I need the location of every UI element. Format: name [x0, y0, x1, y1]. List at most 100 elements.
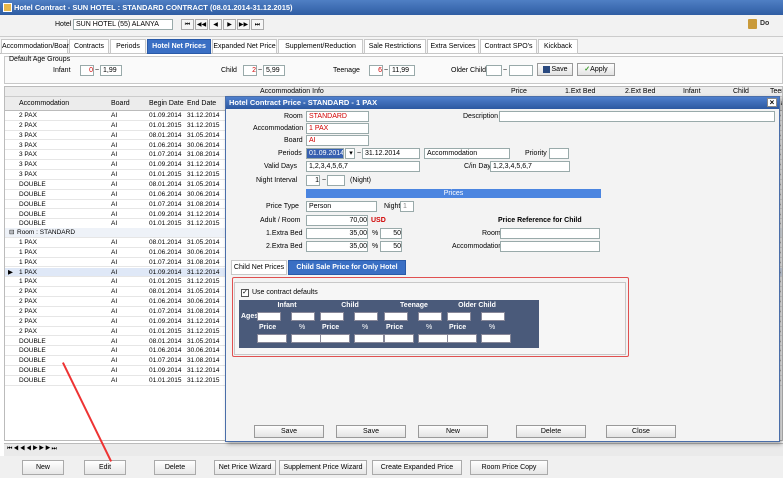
ext-bed-1-pct[interactable]: 50 [380, 228, 402, 239]
accommodation-box[interactable]: Accommodation [424, 148, 510, 159]
ref-accom-field[interactable] [500, 241, 600, 252]
older-from-input[interactable] [486, 65, 502, 76]
cell: AI [111, 268, 118, 276]
cell: 1 PAX [19, 278, 37, 286]
col-board[interactable]: Board [111, 97, 130, 111]
hotel-nav-button[interactable]: ◀ [209, 19, 222, 30]
infant-to-input[interactable]: 1,99 [100, 65, 122, 76]
col-end-date[interactable]: End Date [187, 97, 216, 111]
night-from-field[interactable]: 1 [306, 175, 320, 186]
dialog-close-button[interactable]: Close [606, 425, 676, 438]
cell: 01.01.2015 [149, 327, 182, 335]
tab-expanded-net-price[interactable]: Expanded Net Price [212, 39, 277, 54]
infant-from-input[interactable]: 0 [80, 65, 94, 76]
cell: AI [111, 190, 118, 198]
supplement-price-wizard-button[interactable]: Supplement Price Wizard [279, 460, 367, 475]
tab-contracts[interactable]: Contracts [69, 39, 109, 54]
ext-bed-1-field[interactable]: 35,00 [306, 228, 368, 239]
cell: 31.08.2014 [187, 200, 220, 208]
close-icon[interactable]: × [767, 98, 777, 107]
cell: AI [111, 151, 118, 159]
tab-extra-services[interactable]: Extra Services [427, 39, 479, 54]
night-to-field[interactable] [327, 175, 345, 186]
top-right-label[interactable]: Do [760, 20, 769, 27]
infant-label: Infant [53, 67, 71, 74]
collapse-icon[interactable]: ⊟ [9, 228, 14, 237]
pager-nav-icons[interactable]: ⏮◀◀◀▶▶▶⏭ [7, 446, 58, 453]
cell: AI [111, 317, 118, 325]
net-price-wizard-button[interactable]: Net Price Wizard [214, 460, 276, 475]
period-dropdown-icon[interactable]: ▾ [345, 148, 355, 159]
cell: 01.09.2014 [149, 367, 182, 375]
cell: DOUBLE [19, 347, 46, 355]
dialog-delete-button[interactable]: Delete [516, 425, 586, 438]
tab-contract-spo-s[interactable]: Contract SPO's [480, 39, 537, 54]
accommodation-field[interactable]: 1 PAX [306, 123, 369, 134]
tab-hotel-net-prices[interactable]: Hotel Net Prices [147, 39, 211, 54]
cell: 01.06.2014 [149, 248, 182, 256]
hotel-field[interactable]: SUN HOTEL (55) ALANYA [73, 19, 173, 30]
hotel-nav-button[interactable]: ⏭ [251, 19, 264, 30]
save-age-button[interactable]: Save [537, 63, 573, 76]
valid-days-field[interactable]: 1,2,3,4,5,6,7 [306, 161, 420, 172]
dialog-save-button[interactable]: Save [336, 425, 406, 438]
apply-button[interactable]: ✓Apply [577, 63, 615, 76]
cell: 31.12.2014 [187, 210, 220, 218]
cell: AI [111, 337, 118, 345]
hotel-nav-button[interactable]: ▶▶ [237, 19, 250, 30]
tab-periods[interactable]: Periods [110, 39, 146, 54]
cell: 2 PAX [19, 288, 37, 296]
cell: 30.06.2014 [187, 141, 220, 149]
cell: 01.09.2014 [149, 210, 182, 218]
hotel-selector-row: Hotel SUN HOTEL (55) ALANYA ⏮ ◀◀ ◀ ▶ ▶▶ ⏭ Do [0, 15, 783, 37]
night-field[interactable]: 1 [400, 201, 414, 212]
tab-sale-restrictions[interactable]: Sale Restrictions [364, 39, 426, 54]
period-to-field[interactable]: 31.12.2014 [362, 148, 420, 159]
period-from-field[interactable]: 01.09.2014 [306, 148, 344, 159]
tab-child-net-prices[interactable]: Child Net Prices [231, 260, 287, 275]
room-field[interactable]: STANDARD [306, 111, 369, 122]
edit-button[interactable]: Edit [84, 460, 126, 475]
delete-button[interactable]: Delete [154, 460, 196, 475]
older-to-input[interactable] [509, 65, 533, 76]
dialog-new-button[interactable]: New [418, 425, 488, 438]
ref-room-field[interactable] [500, 228, 600, 239]
tab-accommodation-board[interactable]: Accommodation/Board [1, 39, 73, 54]
tab-child-sale-price[interactable]: Child Sale Price for Only Hotel [288, 260, 406, 275]
dialog-title-bar: Hotel Contract Price - STANDARD - 1 PAX … [226, 97, 779, 109]
dialog-save-button[interactable]: Save [254, 425, 324, 438]
ext-bed-2-field[interactable]: 35,00 [306, 241, 368, 252]
cell: 31.05.2014 [187, 239, 220, 246]
ext-bed-2-pct[interactable]: 50 [380, 241, 402, 252]
col-accommodation[interactable]: Accommodation [19, 97, 69, 111]
child-from-input[interactable]: 2 [243, 65, 257, 76]
cell: 31.12.2015 [187, 327, 220, 335]
cin-days-field[interactable]: 1,2,3,4,5,6,7 [490, 161, 570, 172]
cell: 01.09.2014 [149, 268, 182, 276]
tab-supplement-reduction[interactable]: Supplement/Reduction [278, 39, 363, 54]
hotel-nav-button[interactable]: ▶ [223, 19, 236, 30]
teenage-to-input[interactable]: 11,99 [389, 65, 415, 76]
adult-price-field[interactable]: 70,00 [306, 215, 368, 226]
create-expanded-price-button[interactable]: Create Expanded Price [372, 460, 462, 475]
board-field[interactable]: AI [306, 135, 369, 146]
hotel-nav-button[interactable]: ◀◀ [195, 19, 208, 30]
hotel-nav-button[interactable]: ⏮ [181, 19, 194, 30]
col-begin-date[interactable]: Begin Date [149, 97, 184, 111]
new-button[interactable]: New [22, 460, 64, 475]
cell: AI [111, 278, 118, 286]
hotel-contract-price-dialog: Hotel Contract Price - STANDARD - 1 PAX … [225, 96, 780, 442]
priority-label: Priority [525, 150, 547, 157]
description-field[interactable] [499, 111, 775, 122]
child-to-input[interactable]: 5,99 [263, 65, 285, 76]
cell: DOUBLE [19, 180, 46, 188]
teenage-from-input[interactable]: 6 [369, 65, 383, 76]
cell: 31.12.2014 [187, 367, 220, 375]
price-type-field[interactable]: Person [306, 201, 377, 212]
tab-kickback[interactable]: Kickback [538, 39, 578, 54]
room-price-copy-button[interactable]: Room Price Copy [470, 460, 548, 475]
cell: 31.05.2014 [187, 131, 220, 139]
priority-field[interactable] [549, 148, 569, 159]
price-type-label: Price Type [266, 203, 299, 210]
pct-1: % [372, 230, 379, 237]
